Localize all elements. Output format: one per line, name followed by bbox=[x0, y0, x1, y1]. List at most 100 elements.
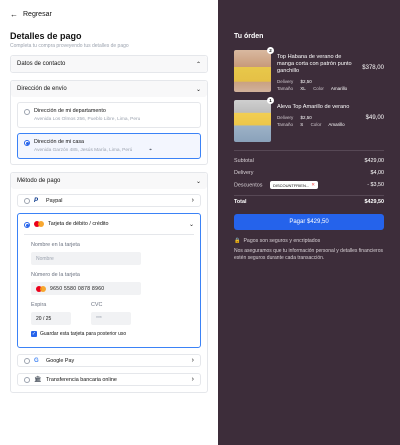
save-card-label: Guardar esta tarjeta para posterior uso bbox=[40, 331, 127, 337]
contact-section: Datos de contacto ⌃ bbox=[10, 55, 208, 73]
card-number-input[interactable]: 9650 5580 0878 8960 bbox=[31, 282, 141, 295]
card-name-label: Nombre en la tarjeta bbox=[31, 242, 80, 248]
payment-label: Método de pago bbox=[17, 178, 61, 184]
address-title: Dirección de mi casa bbox=[34, 139, 85, 145]
address-radio-selected[interactable] bbox=[24, 140, 30, 146]
google-icon: G bbox=[34, 357, 39, 364]
subtotal-row: Subtotal $429,00 bbox=[234, 155, 384, 167]
back-label: Regresar bbox=[23, 11, 52, 18]
address-radio[interactable] bbox=[24, 109, 30, 115]
address-detail: Avenida Garzón 485, Jesús María, Lima, P… bbox=[34, 148, 133, 153]
payment-option-card[interactable]: Tarjeta de débito / crédito ⌄ Nombre en … bbox=[17, 213, 201, 348]
divider bbox=[24, 234, 194, 235]
color-value: Amarillo bbox=[330, 86, 348, 91]
save-card-checkbox[interactable]: ✓ Guardar esta tarjeta para posterior us… bbox=[31, 331, 187, 337]
card-number-value: 9650 5580 0878 8960 bbox=[50, 285, 105, 292]
product-price: $49,00 bbox=[365, 115, 384, 121]
quantity-badge: 1 bbox=[267, 97, 274, 104]
total-value: $429,50 bbox=[364, 199, 385, 205]
delivery-row: Delivery $4,00 bbox=[234, 167, 384, 179]
size-value: S bbox=[300, 122, 304, 127]
check-icon[interactable]: ✓ bbox=[31, 331, 37, 337]
delivery-label: Delivery bbox=[234, 170, 254, 176]
product-name: Aleva Top Amarillo de verano bbox=[277, 104, 350, 110]
chevron-down-icon[interactable]: ⌄ bbox=[189, 221, 194, 228]
product-image: 2 bbox=[234, 47, 274, 92]
payment-section: Método de pago ⌄ P Paypal › Tarjeta de d… bbox=[10, 172, 208, 393]
chevron-up-icon[interactable]: ⌃ bbox=[196, 61, 201, 68]
quantity-badge: 2 bbox=[267, 47, 274, 54]
pay-button[interactable]: Pagar $429,50 bbox=[234, 214, 384, 230]
paypal-radio[interactable] bbox=[24, 198, 30, 204]
bank-icon: 🏛 bbox=[34, 377, 42, 383]
discount-code: DISCOUNTFRIEN... bbox=[272, 182, 310, 188]
googlepay-label: Google Pay bbox=[46, 357, 75, 364]
payment-option-paypal[interactable]: P Paypal › bbox=[17, 194, 201, 207]
product-meta: Tamaño S Color Amarillo bbox=[277, 122, 384, 127]
delivery-label: Delivery bbox=[277, 79, 294, 84]
cvc-input[interactable]: *** bbox=[91, 312, 131, 325]
product-image: 1 bbox=[234, 97, 274, 142]
secure-label: Pagos son seguros y encriptados bbox=[243, 238, 321, 244]
total-row: Total $429,50 bbox=[234, 196, 384, 208]
product-meta: Delivery $2,50 bbox=[277, 79, 384, 84]
divider bbox=[234, 150, 384, 151]
close-icon[interactable]: ✕ bbox=[311, 182, 315, 188]
payment-header[interactable]: Método de pago ⌄ bbox=[11, 173, 207, 189]
cvc-label: CVC bbox=[91, 302, 103, 308]
payment-option-bank[interactable]: 🏛 Transferencia bancaria online › bbox=[17, 373, 201, 386]
order-item: 2 Top Habana de verano de manga corta co… bbox=[234, 47, 384, 92]
chevron-right-icon: › bbox=[191, 197, 194, 204]
chevron-right-icon: › bbox=[191, 357, 194, 364]
checkout-panel: ← Regresar Detalles de pago Completa tu … bbox=[0, 0, 218, 445]
address-title: Dirección de mi departamento bbox=[34, 108, 106, 114]
card-radio-selected[interactable] bbox=[24, 221, 30, 228]
color-value: Amarillo bbox=[328, 122, 345, 127]
chevron-down-icon[interactable]: ⌄ bbox=[196, 178, 201, 185]
bank-label: Transferencia bancaria online bbox=[46, 376, 117, 383]
subtotal-label: Subtotal bbox=[234, 158, 254, 164]
contact-label: Datos de contacto bbox=[17, 61, 66, 67]
paypal-label: Paypal bbox=[46, 197, 63, 204]
product-price: $378,00 bbox=[362, 65, 384, 71]
discount-row: Descuentos DISCOUNTFRIEN... ✕ - $3,50 bbox=[234, 179, 384, 191]
page-subtitle: Completa tu compra proveyendo tus detall… bbox=[10, 43, 129, 49]
arrow-left-icon: ← bbox=[10, 10, 18, 19]
back-link[interactable]: ← Regresar bbox=[10, 10, 208, 19]
paypal-icon: P bbox=[34, 197, 39, 204]
chevron-right-icon: › bbox=[191, 376, 194, 383]
product-meta: Tamaño XL Color Amarillo bbox=[277, 86, 384, 91]
shipping-label: Dirección de envío bbox=[17, 86, 67, 92]
discount-code-chip[interactable]: DISCOUNTFRIEN... ✕ bbox=[269, 181, 318, 189]
card-number-label: Número de la tarjeta bbox=[31, 272, 80, 278]
contact-header[interactable]: Datos de contacto ⌃ bbox=[11, 56, 207, 72]
order-panel: Tu órden 2 Top Habana de verano de manga… bbox=[218, 0, 400, 445]
delivery-label: Delivery bbox=[277, 115, 294, 120]
address-detail: Avenida Los Olmos 256, Pueblo Libre, Lim… bbox=[34, 117, 141, 122]
delivery-value: $2,50 bbox=[300, 79, 312, 84]
page-title: Detalles de pago bbox=[10, 31, 82, 41]
lock-icon: 🔒 bbox=[234, 238, 241, 244]
card-name-input[interactable]: Nombre bbox=[31, 252, 141, 265]
location-pin-icon: ⌖ bbox=[149, 147, 152, 153]
color-label: Color bbox=[313, 86, 324, 91]
secure-note: 🔒 Pagos son seguros y encriptados bbox=[234, 238, 384, 244]
privacy-note: Nos aseguramos que tu información person… bbox=[234, 248, 383, 261]
total-label: Total bbox=[234, 199, 247, 205]
shipping-header[interactable]: Dirección de envío ⌄ bbox=[11, 81, 207, 97]
delivery-value: $4,00 bbox=[370, 170, 385, 176]
expiry-label: Expira bbox=[31, 302, 47, 308]
expiry-input[interactable]: 20 / 25 bbox=[31, 312, 71, 325]
address-option-apartment[interactable]: Dirección de mi departamento Avenida Los… bbox=[17, 102, 201, 128]
shipping-section: Dirección de envío ⌄ Dirección de mi dep… bbox=[10, 80, 208, 165]
discount-value: - $3,50 bbox=[367, 182, 384, 188]
size-label: Tamaño bbox=[277, 86, 294, 91]
card-option-label: Tarjeta de débito / crédito bbox=[48, 221, 109, 227]
googlepay-radio[interactable] bbox=[24, 358, 30, 364]
address-option-home[interactable]: Dirección de mi casa Avenida Garzón 485,… bbox=[17, 133, 201, 159]
size-value: XL bbox=[300, 86, 306, 91]
chevron-down-icon[interactable]: ⌄ bbox=[196, 86, 201, 93]
payment-option-googlepay[interactable]: G Google Pay › bbox=[17, 354, 201, 367]
order-title: Tu órden bbox=[234, 33, 264, 40]
bank-radio[interactable] bbox=[24, 377, 30, 383]
